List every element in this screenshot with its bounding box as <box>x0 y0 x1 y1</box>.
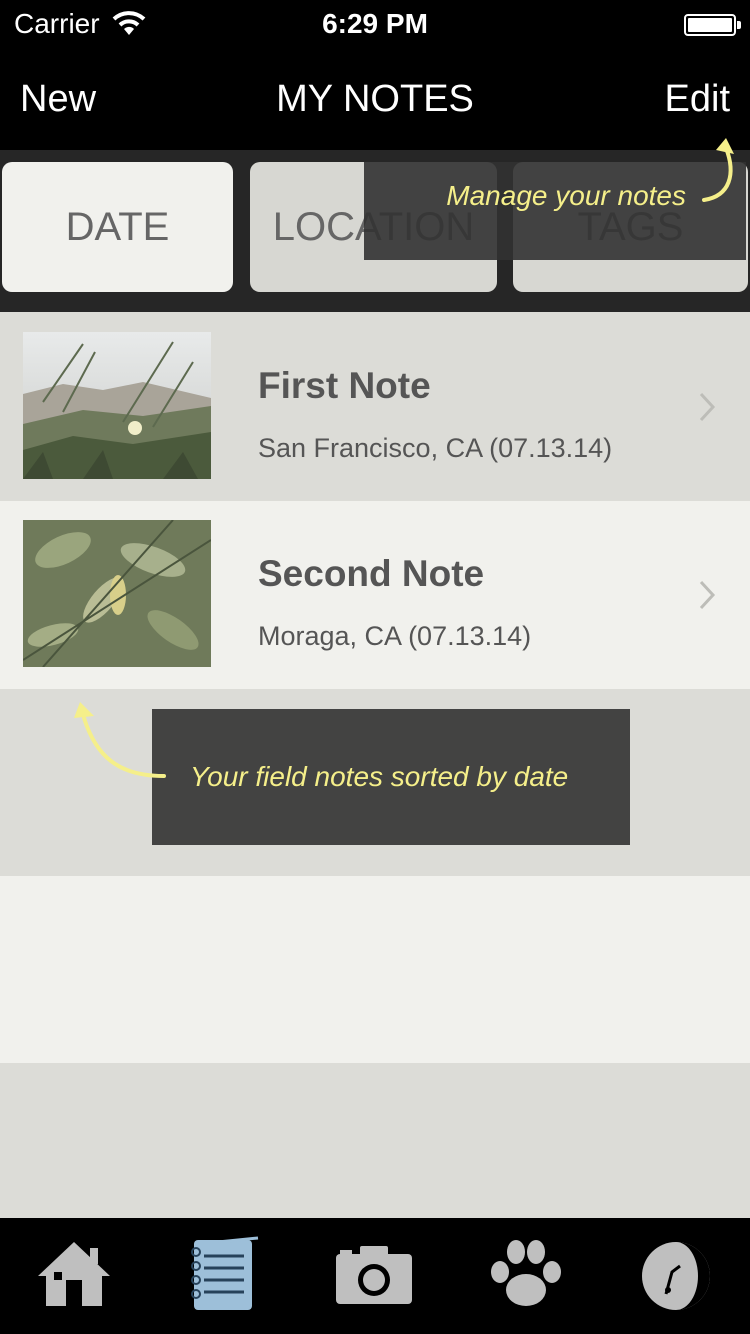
paw-icon <box>486 1240 566 1320</box>
note-location-date: San Francisco, CA (07.13.14) <box>258 433 613 463</box>
note-title: Second Note <box>258 553 485 594</box>
tip-manage-notes: Manage your notes <box>364 162 746 260</box>
note-thumbnail <box>23 332 211 479</box>
tab-explore[interactable] <box>636 1236 716 1316</box>
tab-notes[interactable] <box>184 1236 264 1316</box>
compass-icon <box>636 1242 716 1320</box>
edit-button[interactable]: Edit <box>665 78 730 121</box>
status-bar: Carrier 6:29 PM <box>0 0 750 52</box>
battery-icon <box>684 14 741 36</box>
navigation-bar: New MY NOTES Edit <box>0 52 750 150</box>
note-row[interactable]: Second Note Moraga, CA (07.13.14) <box>0 501 750 689</box>
tip-text: Your field notes sorted by date <box>190 761 569 792</box>
page-title: MY NOTES <box>276 78 474 120</box>
tip-arrow-icon <box>700 134 746 211</box>
status-time: 6:29 PM <box>322 8 428 39</box>
chevron-right-icon <box>698 579 716 616</box>
tip-text: Manage your notes <box>446 180 686 211</box>
tab-bar <box>0 1218 750 1334</box>
tab-camera[interactable] <box>334 1236 414 1316</box>
note-title: First Note <box>258 365 431 406</box>
tab-home[interactable] <box>34 1236 114 1316</box>
note-location-date: Moraga, CA (07.13.14) <box>258 621 532 651</box>
home-icon <box>34 1242 114 1320</box>
camera-icon <box>334 1246 414 1320</box>
tip-arrow-icon <box>68 696 168 787</box>
note-row[interactable]: First Note San Francisco, CA (07.13.14) <box>0 313 750 501</box>
tab-animals[interactable] <box>486 1236 566 1316</box>
empty-row <box>0 876 750 1063</box>
chevron-right-icon <box>698 391 716 428</box>
notebook-icon <box>184 1236 264 1320</box>
note-thumbnail <box>23 520 211 667</box>
tip-sorted-by-date: Your field notes sorted by date <box>152 709 630 845</box>
segment-date[interactable]: DATE <box>2 162 233 292</box>
